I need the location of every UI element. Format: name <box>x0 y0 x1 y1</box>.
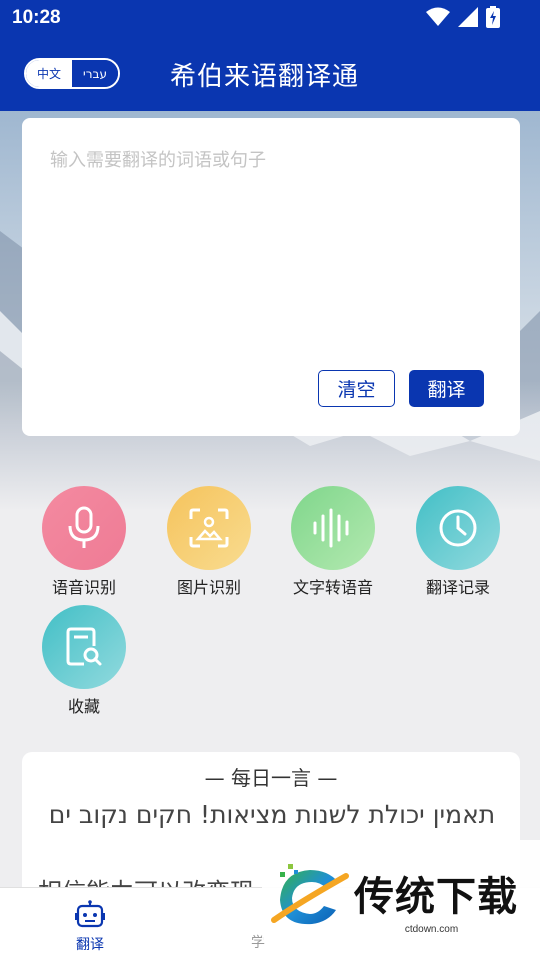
nav-item-translate[interactable]: 翻译 <box>60 900 120 954</box>
feature-label: 翻译记录 <box>425 578 490 597</box>
signal-icon <box>458 7 478 27</box>
watermark-url: ctdown.com <box>404 924 459 935</box>
feature-voice-recognition[interactable]: 语音识别 <box>29 486 139 598</box>
text-to-speech-circle[interactable] <box>291 486 375 570</box>
clock-icon <box>439 509 477 547</box>
daily-quote-hebrew: תאמין יכולת לשנות מציאות! חקים נקוב ים <box>48 800 496 829</box>
lang-chinese-option[interactable]: 中文 <box>26 60 72 87</box>
feature-text-to-speech[interactable]: 文字转语音 <box>278 486 388 598</box>
clear-button[interactable]: 清空 <box>318 370 395 407</box>
watermark-text: 传统下载 <box>354 874 518 920</box>
robot-icon <box>75 900 105 928</box>
nav-translate-label: 翻译 <box>76 937 104 953</box>
feature-label: 文字转语音 <box>292 578 373 597</box>
translate-button[interactable]: 翻译 <box>409 370 484 407</box>
feature-label: 收藏 <box>67 697 100 716</box>
translation-input[interactable] <box>50 146 490 366</box>
battery-icon <box>486 6 500 28</box>
feature-label: 语音识别 <box>51 578 116 597</box>
feature-translation-history[interactable]: 翻译记录 <box>403 486 513 598</box>
voice-recognition-circle[interactable] <box>42 486 126 570</box>
translation-input-card: 清空 翻译 <box>22 118 520 436</box>
app-title: 希伯来语翻译通 <box>170 62 360 92</box>
translation-history-circle[interactable] <box>416 486 500 570</box>
wifi-icon <box>426 7 450 26</box>
lang-hebrew-option[interactable]: עברי <box>72 60 118 87</box>
feature-label: 图片识别 <box>176 578 241 597</box>
language-toggle[interactable]: 中文 עברי <box>24 58 120 89</box>
watermark-logo-icon <box>271 864 349 925</box>
feature-image-recognition[interactable]: 图片识别 <box>154 486 264 598</box>
image-scan-icon <box>189 508 229 548</box>
favorites-circle[interactable] <box>42 605 126 689</box>
document-search-icon <box>66 627 102 666</box>
microphone-icon <box>68 506 100 548</box>
sound-wave-icon <box>313 508 349 548</box>
status-icons <box>426 6 500 28</box>
image-recognition-circle[interactable] <box>167 486 251 570</box>
watermark: 传统下载 ctdown.com <box>262 840 540 940</box>
feature-favorites[interactable]: 收藏 <box>29 605 139 717</box>
status-time: 10:28 <box>12 7 61 28</box>
daily-quote-title: — 每日一言 — <box>204 766 338 790</box>
app-header: 10:28 中文 עברי 希伯来语翻译通 <box>0 0 540 111</box>
